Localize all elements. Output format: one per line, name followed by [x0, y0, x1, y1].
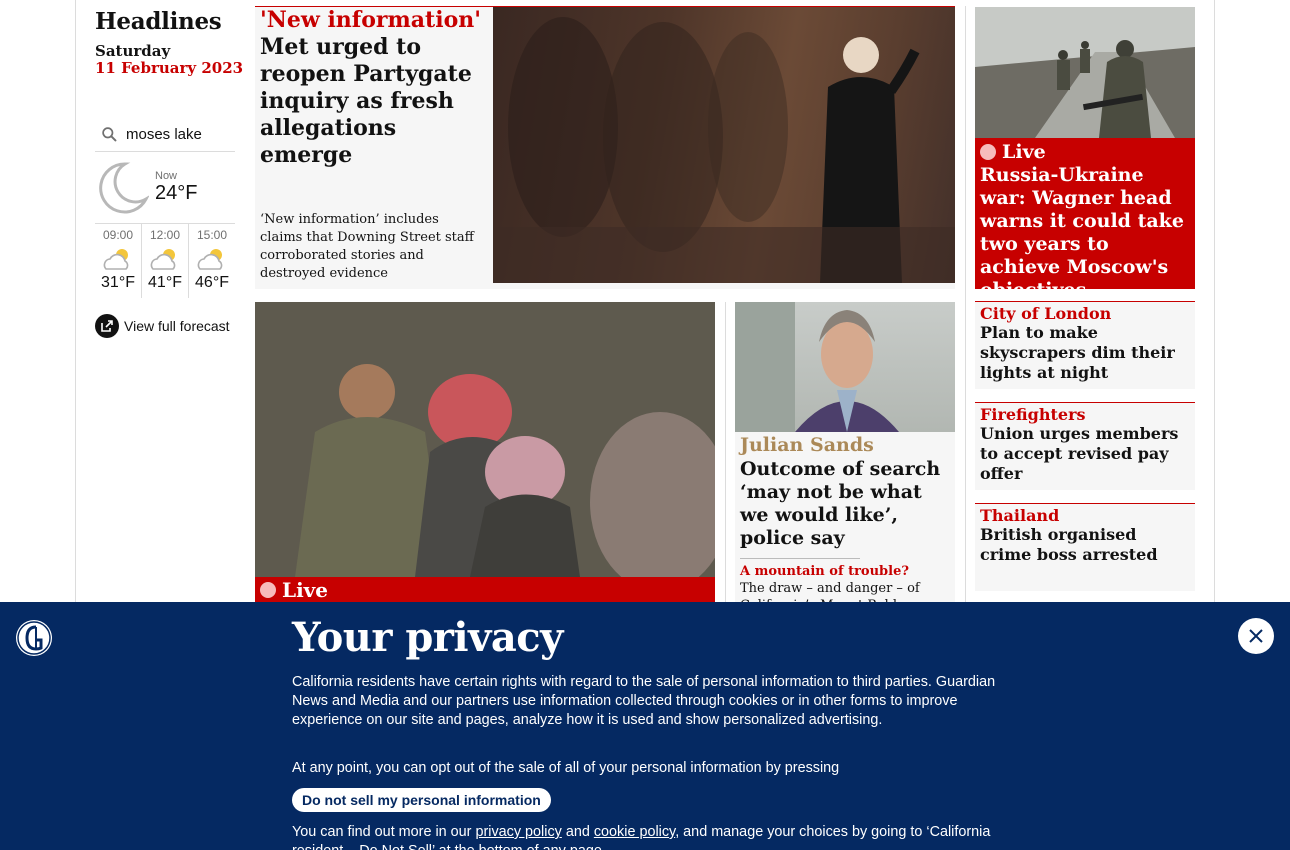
partly-cloudy-icon	[150, 249, 176, 270]
live-dot-icon	[260, 582, 276, 598]
julian-sands-photo	[735, 302, 955, 432]
close-button[interactable]	[1238, 618, 1274, 654]
crescent-moon-icon	[99, 161, 149, 213]
sublink-kicker: A mountain of trouble?	[740, 564, 909, 579]
card-kicker: Firefighters	[980, 405, 1086, 424]
privacy-more-info: You can find out more in our privacy pol…	[292, 823, 992, 850]
live-dot-icon	[980, 144, 996, 160]
ukraine-soldiers-photo	[975, 7, 1195, 138]
card-headline: Outcome of search ‘may not be what we wo…	[740, 458, 941, 549]
live-label: Live	[980, 141, 1046, 163]
forecast-item: 09:00 31°F	[95, 224, 142, 298]
view-full-forecast-link[interactable]: View full forecast	[95, 314, 235, 338]
card-kicker: 'New information'	[260, 7, 481, 33]
cookie-policy-link[interactable]: cookie policy	[594, 824, 675, 840]
weather-widget: moses lake Now 24°F 09:00 31°F 12:00 41°…	[95, 118, 235, 338]
card-headline: British organised crime boss arrested	[980, 525, 1158, 564]
card-kicker: Thailand	[980, 506, 1060, 525]
ukraine-live-card[interactable]: Live Russia-Ukraine war: Wagner head war…	[975, 7, 1195, 301]
forecast-time: 09:00	[102, 228, 134, 242]
forecast-temp: 46°F	[195, 274, 229, 291]
view-full-forecast-label: View full forecast	[124, 318, 230, 334]
card-headline: Russia-Ukraine war: Wagner head warns it…	[980, 164, 1184, 301]
section-title: Headlines	[95, 8, 222, 35]
forecast-time: 15:00	[196, 228, 228, 242]
card-standfirst: ‘New information’ includes claims that D…	[260, 212, 474, 281]
privacy-body: California residents have certain rights…	[292, 674, 996, 729]
weather-now-label: Now	[155, 170, 178, 182]
card-headline: Plan to make skyscrapers dim their light…	[980, 323, 1175, 382]
card-kicker: City of London	[980, 304, 1112, 323]
guardian-logo-icon	[16, 620, 52, 656]
weather-forecast: 09:00 31°F 12:00 41°F 15:00 46°F	[95, 224, 235, 298]
forecast-temp: 41°F	[148, 274, 182, 291]
weather-location-search[interactable]: moses lake	[95, 118, 235, 152]
weather-now-temp: 24°F	[155, 182, 198, 204]
search-icon	[102, 127, 117, 142]
date-full: 11 February 2023	[95, 59, 244, 77]
forecast-time: 12:00	[149, 228, 181, 242]
privacy-opt-out-text: At any point, you can opt out of the sal…	[292, 760, 840, 776]
partygate-card[interactable]: 'New information' Met urged to reopen Pa…	[255, 7, 955, 289]
privacy-banner: Your privacy California residents have c…	[0, 602, 1290, 850]
small-news-card[interactable]: Thailand British organised crime boss ar…	[975, 503, 1195, 591]
forecast-item: 12:00 41°F	[142, 224, 189, 298]
julian-sands-card[interactable]: Julian Sands Outcome of search ‘may not …	[735, 302, 955, 613]
privacy-more-prefix: You can find out more in our	[292, 824, 472, 840]
privacy-and-text: and	[565, 824, 590, 840]
partygate-photo	[493, 7, 955, 283]
live-label: Live	[260, 578, 328, 602]
live-text: Live	[1002, 141, 1046, 163]
forecast-temp: 31°F	[101, 274, 135, 291]
forecast-item: 15:00 46°F	[189, 224, 235, 298]
column-divider	[725, 302, 726, 602]
weather-location: moses lake	[126, 126, 202, 143]
close-icon	[1249, 629, 1263, 643]
privacy-policy-link[interactable]: privacy policy	[475, 824, 561, 840]
do-not-sell-button[interactable]: Do not sell my personal information	[292, 788, 551, 812]
partly-cloudy-icon	[197, 249, 223, 270]
column-divider	[965, 6, 966, 602]
small-news-card[interactable]: Firefighters Union urges members to acce…	[975, 402, 1195, 490]
live-text: Live	[282, 578, 329, 602]
date-day: Saturday	[95, 42, 171, 60]
privacy-title: Your privacy	[292, 614, 563, 661]
sublink-divider	[740, 558, 860, 559]
small-news-card[interactable]: City of London Plan to make skyscrapers …	[975, 301, 1195, 389]
earthquake-photo	[255, 302, 715, 577]
card-headline: Union urges members to accept revised pa…	[980, 424, 1179, 483]
partly-cloudy-icon	[103, 249, 129, 270]
earthquake-live-card[interactable]: Live	[255, 302, 715, 607]
weather-now: Now 24°F	[95, 152, 235, 224]
card-headline: Met urged to reopen Partygate inquiry as…	[260, 34, 472, 168]
card-kicker: Julian Sands	[740, 434, 874, 456]
external-link-icon	[95, 314, 119, 338]
